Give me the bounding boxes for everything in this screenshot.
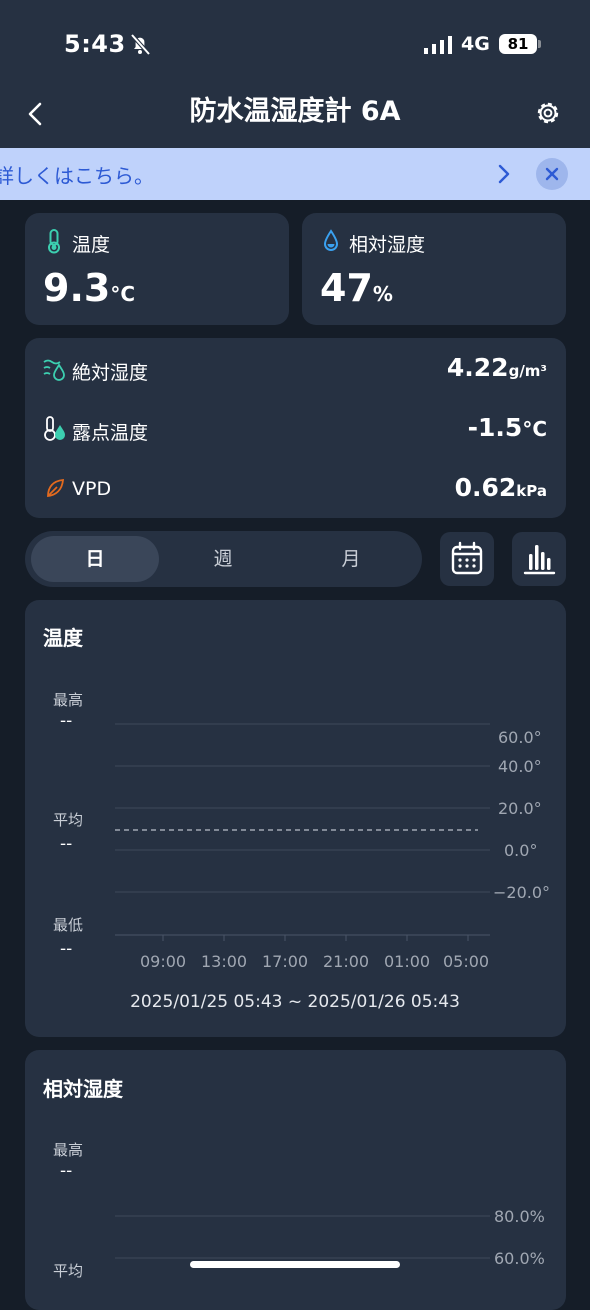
absolute-humidity-value: 4.22 — [446, 353, 509, 382]
banner-text[interactable]: 詳しくはこちら。 — [0, 160, 154, 189]
tab-day[interactable]: 日 — [31, 536, 159, 582]
humidity-label: 相対湿度 — [349, 234, 426, 256]
absolute-humidity-unit: g/m³ — [508, 362, 547, 380]
temperature-value: 9.3 — [43, 266, 111, 310]
x-tick-label: 13:00 — [201, 952, 248, 971]
tab-month[interactable]: 月 — [287, 536, 415, 582]
vpd-label: VPD — [72, 478, 112, 500]
gear-icon[interactable] — [533, 98, 563, 128]
status-time: 5:43 — [64, 30, 126, 58]
humidity-unit: % — [372, 282, 393, 306]
vpd-value: 0.62 — [454, 473, 517, 502]
bar-chart-icon — [523, 545, 556, 575]
calendar-icon — [451, 541, 483, 575]
chart-type-button[interactable] — [512, 532, 566, 586]
humidity-value: 47 — [320, 266, 373, 310]
y-tick-label: 60.0° — [498, 728, 542, 747]
vpd-unit: kPa — [516, 482, 547, 500]
dew-point-label: 露点温度 — [72, 422, 149, 444]
date-range-label: 2025/01/25 05:43 ~ 2025/01/26 05:43 — [130, 992, 460, 1012]
temp-min-value: -- — [60, 939, 73, 959]
x-tick-label: 01:00 — [384, 952, 431, 971]
vpd-reading: 0.62kPa — [455, 473, 547, 502]
humidity-reading: 47% — [320, 266, 393, 310]
temperature-chart-title: 温度 — [43, 626, 83, 650]
banner-close-button[interactable] — [536, 158, 568, 190]
absolute-humidity-icon — [43, 359, 65, 381]
humidity-chart-title: 相対湿度 — [43, 1077, 123, 1101]
page-title: 防水温湿度計 6A — [189, 96, 401, 127]
hum-max-value: -- — [60, 1161, 73, 1181]
y-tick-label: 60.0% — [494, 1249, 545, 1268]
hum-avg-label: 平均 — [53, 1262, 84, 1280]
tab-week[interactable]: 週 — [159, 536, 287, 582]
bell-muted-icon — [130, 33, 151, 56]
battery-icon: 81 — [499, 34, 537, 54]
battery-tip — [538, 40, 541, 48]
signal-icon — [424, 36, 452, 54]
temperature-label: 温度 — [72, 234, 111, 256]
temperature-reading: 9.3°C — [43, 266, 135, 310]
y-tick-label: −20.0° — [493, 883, 551, 902]
leaf-icon — [47, 478, 65, 498]
temp-avg-value: -- — [60, 834, 73, 854]
x-tick-label: 09:00 — [140, 952, 187, 971]
hum-max-label: 最高 — [53, 1141, 84, 1159]
chevron-right-icon[interactable] — [494, 162, 514, 186]
water-drop-icon — [323, 229, 339, 251]
network-type: 4G — [461, 33, 490, 55]
absolute-humidity-reading: 4.22g/m³ — [447, 353, 547, 382]
calendar-button[interactable] — [440, 532, 494, 586]
home-indicator[interactable] — [190, 1261, 400, 1268]
y-tick-label: 80.0% — [494, 1207, 545, 1226]
absolute-humidity-label: 絶対湿度 — [72, 362, 149, 384]
temperature-unit: °C — [110, 282, 136, 306]
y-tick-label: 20.0° — [498, 799, 542, 818]
dew-point-reading: -1.5°C — [468, 413, 547, 442]
thermometer-icon — [48, 229, 60, 254]
x-tick-label: 21:00 — [323, 952, 370, 971]
y-tick-label: 0.0° — [504, 841, 538, 860]
x-tick-label: 05:00 — [443, 952, 490, 971]
dew-point-value: -1.5 — [467, 413, 523, 442]
temp-avg-label: 平均 — [53, 811, 84, 829]
close-icon — [545, 167, 559, 181]
x-tick-label: 17:00 — [262, 952, 309, 971]
temp-min-label: 最低 — [53, 916, 84, 934]
temp-max-label: 最高 — [53, 691, 84, 709]
temp-max-value: -- — [60, 711, 73, 731]
temperature-chart-card — [25, 600, 566, 1037]
dew-point-unit: °C — [522, 417, 547, 441]
y-tick-label: 40.0° — [498, 757, 542, 776]
dew-point-icon — [44, 416, 65, 441]
